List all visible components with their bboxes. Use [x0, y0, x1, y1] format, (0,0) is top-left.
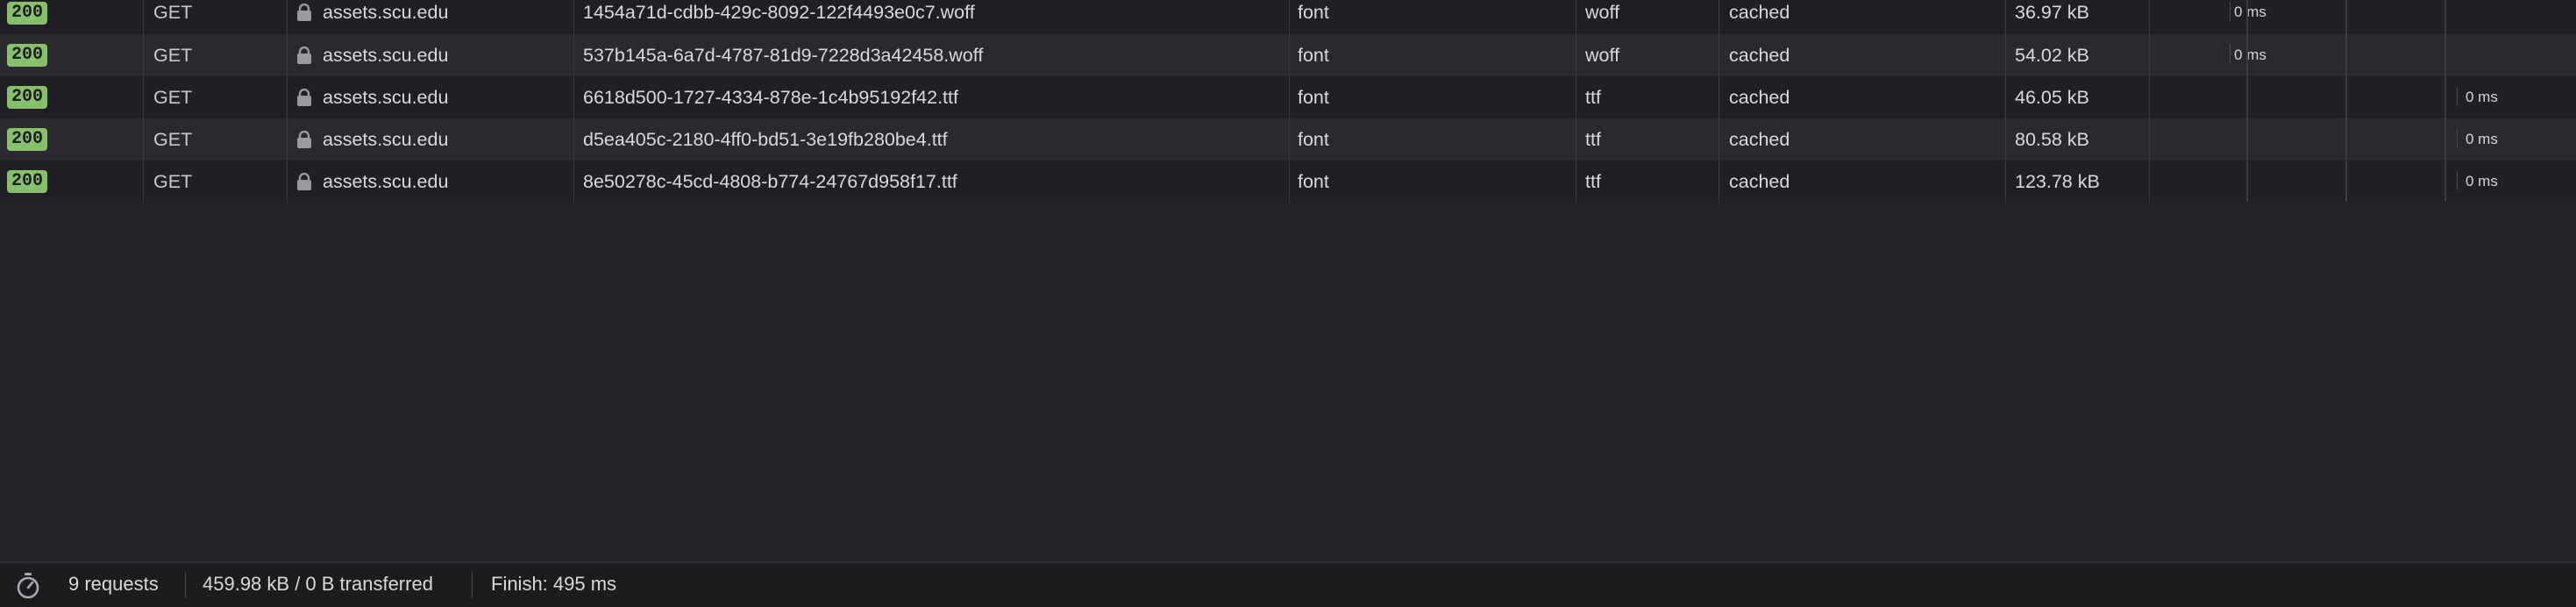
domain-label: assets.scu.edu	[323, 2, 449, 23]
type-cell: font	[1298, 2, 1329, 23]
transferred-cell: cached	[1729, 2, 1790, 23]
request-row[interactable]: 200 GET assets.scu.edu 8e50278c-45cd-480…	[0, 161, 2576, 203]
type-cell: font	[1298, 129, 1329, 150]
domain-label: assets.scu.edu	[323, 45, 449, 66]
timing-bar	[2457, 129, 2458, 148]
status-badge: 200	[7, 44, 48, 67]
timing-bar	[2457, 87, 2458, 106]
extension-cell: ttf	[1585, 171, 1601, 192]
size-cell: 46.05 kB	[2015, 87, 2089, 108]
column-divider[interactable]	[287, 0, 288, 203]
waterfall-gridline	[2345, 0, 2347, 202]
finish-time: Finish: 495 ms	[491, 573, 617, 595]
timing-label: 0 ms	[2466, 89, 2498, 105]
size-cell: 36.97 kB	[2015, 2, 2089, 23]
status-badge: 200	[7, 170, 48, 193]
file-cell: d5ea405c-2180-4ff0-bd51-3e19fb280be4.ttf	[583, 129, 948, 150]
column-divider[interactable]	[1289, 0, 1290, 203]
extension-cell: ttf	[1585, 87, 1601, 108]
method-cell: GET	[153, 129, 193, 150]
status-badge: 200	[7, 128, 48, 151]
lock-icon	[297, 4, 311, 21]
extension-cell: ttf	[1585, 129, 1601, 150]
request-count: 9 requests	[68, 573, 159, 595]
file-cell: 537b145a-6a7d-4787-81d9-7228d3a42458.wof…	[583, 45, 984, 66]
size-cell: 80.58 kB	[2015, 129, 2089, 150]
method-cell: GET	[153, 2, 193, 23]
column-divider[interactable]	[143, 0, 144, 203]
size-cell: 54.02 kB	[2015, 45, 2089, 66]
domain-cell: assets.scu.edu	[296, 0, 559, 34]
request-row[interactable]: 200 GET assets.scu.edu 6618d500-1727-433…	[0, 76, 2576, 118]
status-badge: 200	[7, 86, 48, 109]
domain-label: assets.scu.edu	[323, 129, 449, 150]
file-cell: 8e50278c-45cd-4808-b774-24767d958f17.ttf	[583, 171, 957, 192]
request-list: 200 GET assets.scu.edu 1454a71d-cdbb-429…	[0, 0, 2576, 203]
status-badge: 200	[7, 2, 48, 25]
timing-bar	[2230, 2, 2231, 21]
transferred-cell: cached	[1729, 171, 1790, 192]
lock-icon	[297, 46, 311, 64]
status-divider	[472, 572, 473, 598]
timing-label: 0 ms	[2466, 173, 2498, 189]
domain-cell: assets.scu.edu	[296, 118, 559, 161]
column-divider[interactable]	[2005, 0, 2006, 203]
transferred-cell: cached	[1729, 129, 1790, 150]
lock-icon	[297, 173, 311, 190]
method-cell: GET	[153, 45, 193, 66]
transferred-cell: cached	[1729, 45, 1790, 66]
network-status-bar: 9 requests 459.98 kB / 0 B transferred F…	[0, 561, 2576, 607]
stopwatch-icon	[17, 573, 39, 599]
waterfall-gridline	[2246, 0, 2248, 202]
waterfall-gridline	[2444, 0, 2446, 202]
extension-cell: woff	[1585, 2, 1620, 23]
timing-label: 0 ms	[2234, 46, 2266, 63]
column-divider[interactable]	[2149, 0, 2150, 203]
method-cell: GET	[153, 171, 193, 192]
timing-label: 0 ms	[2466, 131, 2498, 147]
extension-cell: woff	[1585, 45, 1620, 66]
timing-bar	[2457, 171, 2458, 190]
domain-cell: assets.scu.edu	[296, 76, 559, 118]
transfer-summary: 459.98 kB / 0 B transferred	[203, 573, 433, 595]
type-cell: font	[1298, 45, 1329, 66]
request-row[interactable]: 200 GET assets.scu.edu 1454a71d-cdbb-429…	[0, 0, 2576, 34]
status-divider	[185, 572, 186, 598]
domain-cell: assets.scu.edu	[296, 34, 559, 76]
method-cell: GET	[153, 87, 193, 108]
file-cell: 6618d500-1727-4334-878e-1c4b95192f42.ttf	[583, 87, 958, 108]
type-cell: font	[1298, 171, 1329, 192]
size-cell: 123.78 kB	[2015, 171, 2100, 192]
type-cell: font	[1298, 87, 1329, 108]
lock-icon	[297, 131, 311, 148]
request-row[interactable]: 200 GET assets.scu.edu 537b145a-6a7d-478…	[0, 34, 2576, 76]
request-row[interactable]: 200 GET assets.scu.edu d5ea405c-2180-4ff…	[0, 118, 2576, 161]
file-cell: 1454a71d-cdbb-429c-8092-122f4493e0c7.wof…	[583, 2, 975, 23]
domain-label: assets.scu.edu	[323, 87, 449, 108]
domain-cell: assets.scu.edu	[296, 161, 559, 203]
network-panel: 200 GET assets.scu.edu 1454a71d-cdbb-429…	[0, 0, 2576, 607]
lock-icon	[297, 89, 311, 106]
transferred-cell: cached	[1729, 87, 1790, 108]
timing-bar	[2230, 44, 2231, 63]
domain-label: assets.scu.edu	[323, 171, 449, 192]
column-divider[interactable]	[573, 0, 574, 203]
timing-label: 0 ms	[2234, 4, 2266, 20]
